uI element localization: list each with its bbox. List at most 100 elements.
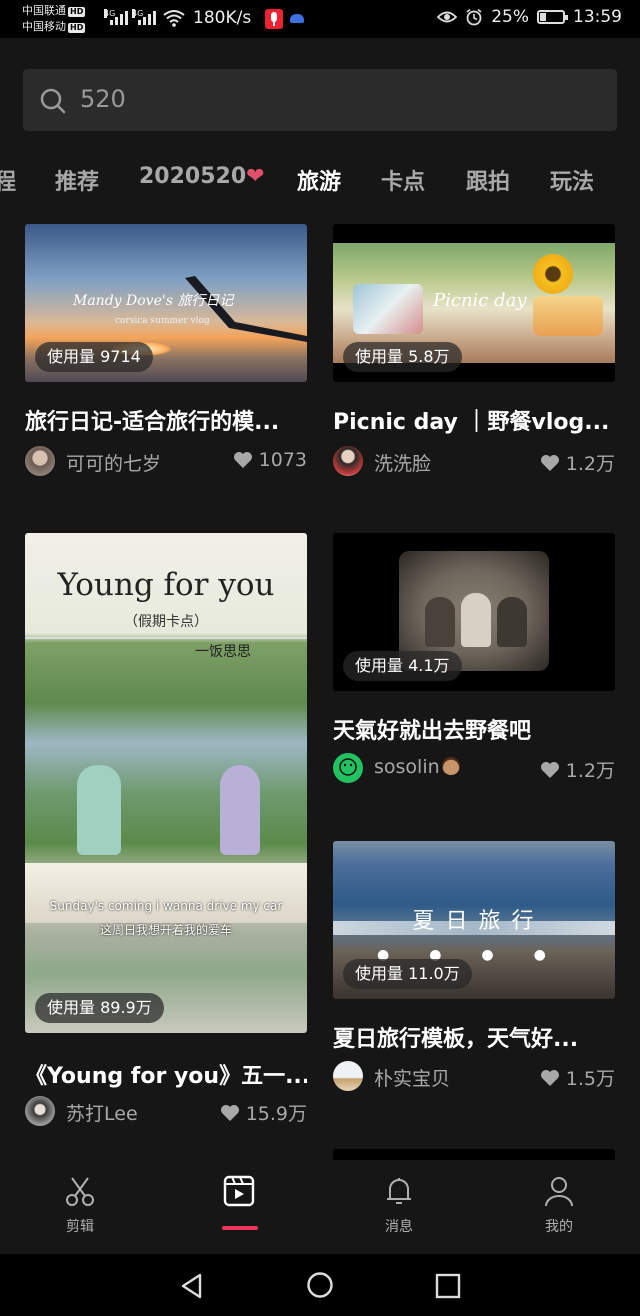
tab-gameplay[interactable]: 玩法 <box>550 164 594 196</box>
thumb-caption: Picnic day <box>433 290 527 311</box>
status-bar: 中国联通 HD 中国移动 HD 4G 4G 180K/s 25% 13:59 <box>0 0 640 38</box>
author-name[interactable]: 朴实宝贝 <box>374 1064 450 1091</box>
tab-travel[interactable]: 旅游 <box>297 164 341 196</box>
card-title[interactable]: Picnic day ｜野餐vlog... <box>333 404 615 436</box>
network-speed: 180K/s <box>193 8 252 28</box>
nav-messages[interactable]: 消息 <box>359 1174 439 1236</box>
person-figure <box>461 593 491 647</box>
card-meta: sosolin 1.2万 <box>333 753 615 785</box>
thumb-author: 一饭思思 <box>195 644 251 660</box>
search-bar[interactable]: 520 <box>23 69 617 131</box>
nav-label: 剪辑 <box>66 1219 94 1235</box>
template-card[interactable]: Picnic day 使用量 5.8万 Picnic day ｜野餐vlog..… <box>333 224 615 484</box>
heart-icon <box>540 761 559 778</box>
home-icon[interactable] <box>306 1271 334 1299</box>
like-count[interactable]: 15.9万 <box>220 1099 307 1126</box>
heart-icon <box>540 454 559 471</box>
card-title[interactable]: 天氣好就出去野餐吧 <box>333 713 615 745</box>
clock: 13:59 <box>573 7 622 27</box>
thumb-caption: 夏 日 旅 行 <box>412 909 536 934</box>
heart-icon <box>540 1069 559 1086</box>
tab-recommended[interactable]: 推荐 <box>55 164 99 196</box>
avatar[interactable] <box>25 1096 55 1126</box>
alarm-icon <box>466 8 482 26</box>
thumb-lyric-en: Sunday's coming i wanna drive my car <box>49 899 283 913</box>
usage-badge: 使用量 5.8万 <box>343 342 462 372</box>
avatar[interactable] <box>333 1061 363 1091</box>
heart-icon <box>220 1104 239 1121</box>
thumb-caption: Mandy Dove's 旅行日记 <box>73 293 234 309</box>
person-figure <box>220 765 260 855</box>
hd-badge: HD <box>68 23 86 33</box>
scissors-icon <box>66 1177 94 1206</box>
like-count[interactable]: 1.5万 <box>540 1064 615 1091</box>
signal-icon: 4G <box>104 9 128 25</box>
cloud-notification-icon <box>290 14 304 23</box>
author-name[interactable]: 洗洗脸 <box>374 449 431 476</box>
person-figure <box>425 597 455 647</box>
search-icon <box>40 88 66 114</box>
usage-badge: 使用量 4.1万 <box>343 651 462 681</box>
back-icon[interactable] <box>178 1272 206 1300</box>
avatar[interactable] <box>333 753 363 783</box>
signal-icon: 4G <box>132 9 156 25</box>
card-meta: 可可的七岁 1073 <box>25 446 307 478</box>
nav-edit[interactable]: 剪辑 <box>40 1174 120 1236</box>
thumb-subcaption: corsica summer vlog <box>115 316 210 326</box>
author-name[interactable]: 可可的七岁 <box>66 449 161 476</box>
card-thumbnail: 使用量 4.1万 <box>333 533 615 691</box>
battery-icon <box>537 10 568 24</box>
card-title[interactable]: 夏日旅行模板，天气好... <box>333 1021 615 1053</box>
nav-label: 我的 <box>545 1219 573 1235</box>
recents-icon[interactable] <box>434 1272 462 1300</box>
avatar[interactable] <box>25 446 55 476</box>
bell-icon <box>387 1178 411 1204</box>
thumb-subtitle: （假期卡点） <box>124 614 208 630</box>
card-thumbnail: Mandy Dove's 旅行日记 corsica summer vlog 使用… <box>25 224 307 382</box>
active-tab-indicator <box>222 1226 258 1230</box>
person-emoji-icon <box>441 757 460 775</box>
like-count[interactable]: 1.2万 <box>540 756 615 783</box>
like-count[interactable]: 1073 <box>233 449 307 471</box>
card-meta: 朴实宝贝 1.5万 <box>333 1061 615 1093</box>
like-count[interactable]: 1.2万 <box>540 449 615 476</box>
system-nav-bar <box>0 1254 640 1316</box>
usage-badge: 使用量 89.9万 <box>35 993 164 1023</box>
template-card[interactable]: Young for you （假期卡点） 一饭思思 Sunday's comin… <box>25 533 307 1133</box>
sunflower-icon <box>533 254 573 294</box>
template-card[interactable]: Mandy Dove's 旅行日记 corsica summer vlog 使用… <box>25 224 307 484</box>
author-name[interactable]: sosolin <box>374 756 460 778</box>
template-card[interactable]: 夏 日 旅 行 ●●●● 使用量 11.0万 夏日旅行模板，天气好... 朴实宝… <box>333 841 615 1101</box>
category-tabs: 程 推荐 2020520❤ 旅游 卡点 跟拍 玩法 <box>0 160 640 200</box>
card-title[interactable]: 《Young for you》五一... <box>25 1058 307 1090</box>
eye-icon <box>437 11 458 23</box>
thumb-lyric-zh: 这周日我想开着我的爱车 <box>99 923 232 937</box>
heart-icon <box>233 452 252 468</box>
tab-follow-shoot[interactable]: 跟拍 <box>466 164 510 196</box>
tab-beat[interactable]: 卡点 <box>381 164 425 196</box>
card-title[interactable]: 旅行日记-适合旅行的模... <box>25 404 307 436</box>
mic-notification-icon <box>265 9 283 29</box>
signal-icons: 4G 4G <box>104 9 156 25</box>
hd-badge: HD <box>68 7 86 17</box>
card-thumbnail: Picnic day 使用量 5.8万 <box>333 224 615 382</box>
nav-profile[interactable]: 我的 <box>519 1174 599 1236</box>
nav-templates[interactable] <box>199 1174 279 1212</box>
tab-2020520[interactable]: 2020520❤ <box>139 164 265 189</box>
search-input[interactable]: 520 <box>80 85 126 113</box>
person-figure <box>77 765 121 855</box>
card-thumbnail: Young for you （假期卡点） 一饭思思 Sunday's comin… <box>25 533 307 1033</box>
bottom-nav: 剪辑 消息 我的 <box>0 1160 640 1254</box>
profile-icon <box>545 1177 573 1207</box>
usage-badge: 使用量 11.0万 <box>343 959 472 989</box>
card-meta: 苏打Lee 15.9万 <box>25 1096 307 1128</box>
template-card[interactable]: 使用量 4.1万 天氣好就出去野餐吧 sosolin 1.2万 <box>333 533 615 793</box>
battery-percent: 25% <box>491 7 529 27</box>
card-thumbnail: 夏 日 旅 行 ●●●● 使用量 11.0万 <box>333 841 615 999</box>
carrier-1: 中国联通 <box>22 4 66 17</box>
heart-icon: ❤ <box>246 164 265 189</box>
thumb-title: Young for you <box>57 567 275 603</box>
avatar[interactable] <box>333 446 363 476</box>
tab-prev[interactable]: 程 <box>0 164 16 196</box>
author-name[interactable]: 苏打Lee <box>66 1099 138 1126</box>
